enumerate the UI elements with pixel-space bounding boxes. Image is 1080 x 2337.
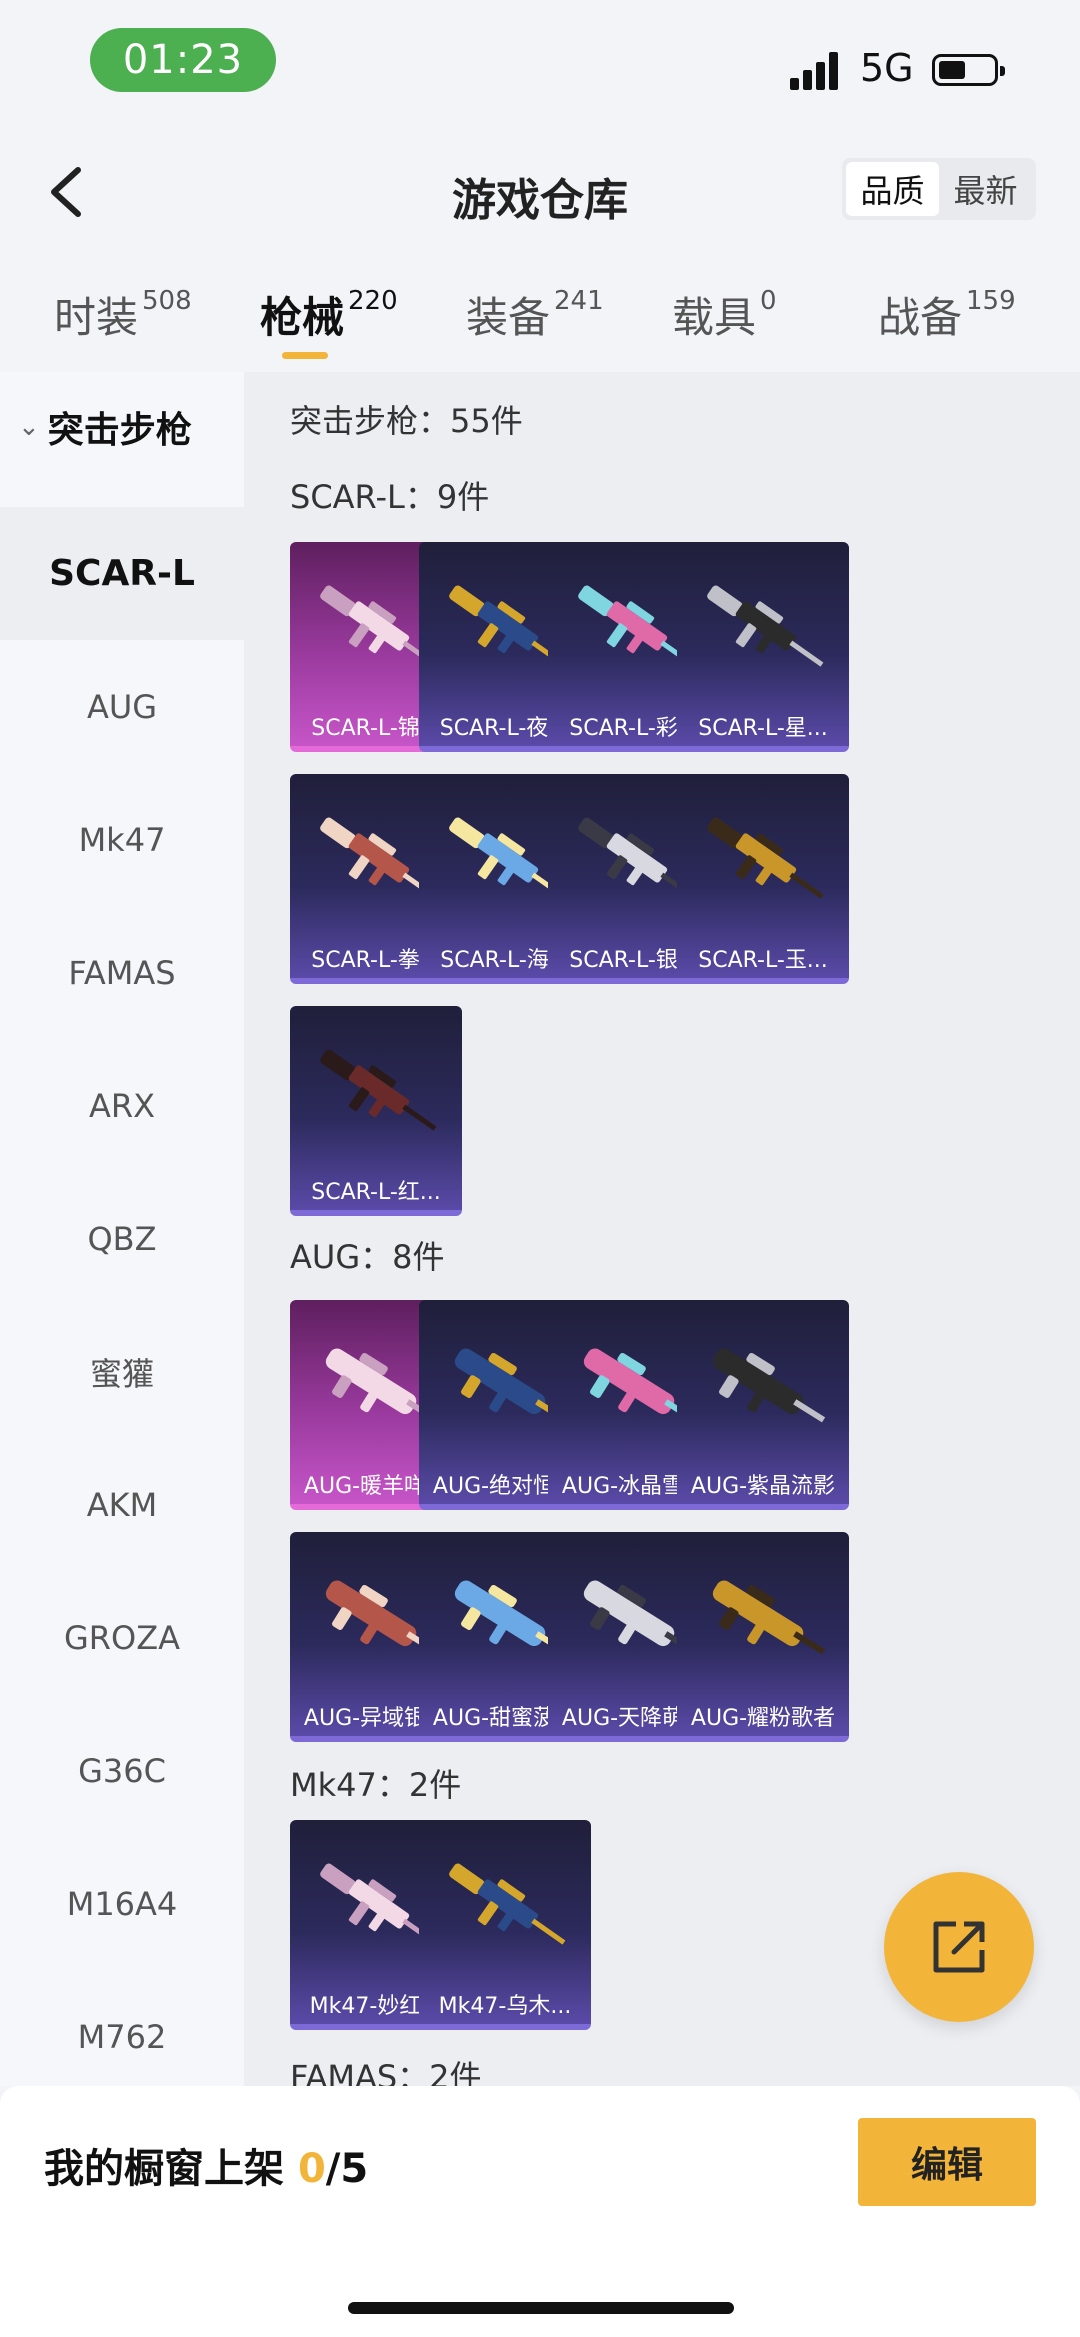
battery-icon xyxy=(932,54,1005,86)
category-assault-rifle[interactable]: ⌄ 突击步枪 xyxy=(0,394,244,460)
clock: 01:23 xyxy=(90,28,276,92)
category-total: 突击步枪：55件 xyxy=(290,402,523,440)
category-label: 突击步枪 xyxy=(47,410,192,451)
sort-toggle: 品质 最新 xyxy=(842,158,1036,220)
tab-firearms[interactable]: 枪械 220 xyxy=(260,284,398,345)
weapon-skin-card[interactable]: AUG-耀粉歌者 xyxy=(677,1532,849,1742)
sidebar-item-m762[interactable]: M762 xyxy=(0,1970,244,2103)
edit-button[interactable]: 编辑 xyxy=(858,2118,1036,2206)
section-title: Mk47：2件 xyxy=(290,1766,462,1804)
sidebar-item-honey-badger[interactable]: 蜜獾 xyxy=(0,1305,244,1438)
sidebar-item-mk47[interactable]: Mk47 xyxy=(0,773,244,906)
tab-label: 载具 xyxy=(672,293,757,342)
tab-label: 时装 xyxy=(54,293,139,342)
tab-count: 0 xyxy=(760,286,777,316)
tab-label: 枪械 xyxy=(260,293,345,342)
gun-image xyxy=(707,817,824,899)
skin-name: Mk47-乌木... xyxy=(438,1994,572,2019)
network-label: 5G xyxy=(860,46,914,90)
weapon-skin-card[interactable]: Mk47-乌木... xyxy=(419,1820,591,2030)
sidebar-item-scar-l[interactable]: SCAR-L xyxy=(0,507,244,640)
showcase-status: 我的橱窗上架 0/5 xyxy=(44,2136,368,2194)
home-indicator xyxy=(348,2302,734,2314)
weapon-sidebar: ⌄ 突击步枪 SCAR-L AUG Mk47 FAMAS ARX QBZ 蜜獾 … xyxy=(0,372,244,2086)
signal-icon xyxy=(790,52,840,90)
tab-count: 220 xyxy=(348,286,398,316)
active-tab-indicator xyxy=(282,352,328,359)
sidebar-item-akm[interactable]: AKM xyxy=(0,1438,244,1571)
tab-count: 159 xyxy=(966,286,1016,316)
share-icon xyxy=(933,1921,985,1973)
sidebar-item-arx[interactable]: ARX xyxy=(0,1039,244,1172)
sidebar-item-qbz[interactable]: QBZ xyxy=(0,1172,244,1305)
showcase-current: 0 xyxy=(297,2146,326,2192)
sidebar-item-g36c[interactable]: G36C xyxy=(0,1704,244,1837)
gun-image xyxy=(712,1348,826,1423)
skin-name: SCAR-L-玉... xyxy=(698,948,828,973)
weapon-grid-panel: 突击步枪：55件 SCAR-L：9件 5级SCAR-L-锦...SCAR-L-夜… xyxy=(244,372,1080,2086)
sort-newest-button[interactable]: 最新 xyxy=(939,162,1032,216)
tab-label: 装备 xyxy=(466,293,551,342)
gun-image xyxy=(320,1049,437,1131)
showcase-total: /5 xyxy=(325,2146,369,2192)
category-tabs: 时装 508 枪械 220 装备 241 载具 0 战备 159 xyxy=(0,270,1080,370)
sidebar-item-famas[interactable]: FAMAS xyxy=(0,906,244,1039)
skin-name: AUG-耀粉歌者 xyxy=(690,1706,836,1731)
sidebar-item-groza[interactable]: GROZA xyxy=(0,1571,244,1704)
tab-count: 241 xyxy=(554,286,604,316)
weapon-skin-card[interactable]: AUG-紫晶流影 xyxy=(677,1300,849,1510)
tab-vehicles[interactable]: 载具 0 xyxy=(672,284,777,345)
tab-supplies[interactable]: 战备 159 xyxy=(878,284,1016,345)
gun-image xyxy=(707,585,824,667)
sidebar-item-m16a4[interactable]: M16A4 xyxy=(0,1837,244,1970)
weapon-skin-card[interactable]: SCAR-L-红... xyxy=(290,1006,462,1216)
skin-name: AUG-紫晶流影 xyxy=(690,1474,836,1499)
section-title: FAMAS：2件 xyxy=(290,2058,482,2086)
status-bar: 01:23 5G xyxy=(0,0,1080,130)
chevron-down-icon: ⌄ xyxy=(18,412,40,442)
skin-name: SCAR-L-星... xyxy=(698,716,828,741)
sidebar-item-aug[interactable]: AUG xyxy=(0,640,244,773)
share-button[interactable] xyxy=(884,1872,1034,2022)
weapon-skin-card[interactable]: SCAR-L-星... xyxy=(677,542,849,752)
section-title: SCAR-L：9件 xyxy=(290,478,490,516)
gun-image xyxy=(449,1863,566,1945)
gun-image xyxy=(712,1580,826,1655)
tab-count: 508 xyxy=(142,286,192,316)
weapon-skin-card[interactable]: SCAR-L-玉... xyxy=(677,774,849,984)
sort-quality-button[interactable]: 品质 xyxy=(846,162,939,216)
showcase-bar: 我的橱窗上架 0/5 编辑 xyxy=(0,2086,1080,2337)
showcase-label: 我的橱窗上架 xyxy=(44,2146,284,2192)
skin-name: SCAR-L-红... xyxy=(311,1180,441,1205)
top-bar: 游戏仓库 品质 最新 xyxy=(0,140,1080,240)
tab-fashion[interactable]: 时装 508 xyxy=(54,284,192,345)
section-title: AUG：8件 xyxy=(290,1238,445,1276)
tab-label: 战备 xyxy=(878,293,963,342)
tab-equipment[interactable]: 装备 241 xyxy=(466,284,604,345)
